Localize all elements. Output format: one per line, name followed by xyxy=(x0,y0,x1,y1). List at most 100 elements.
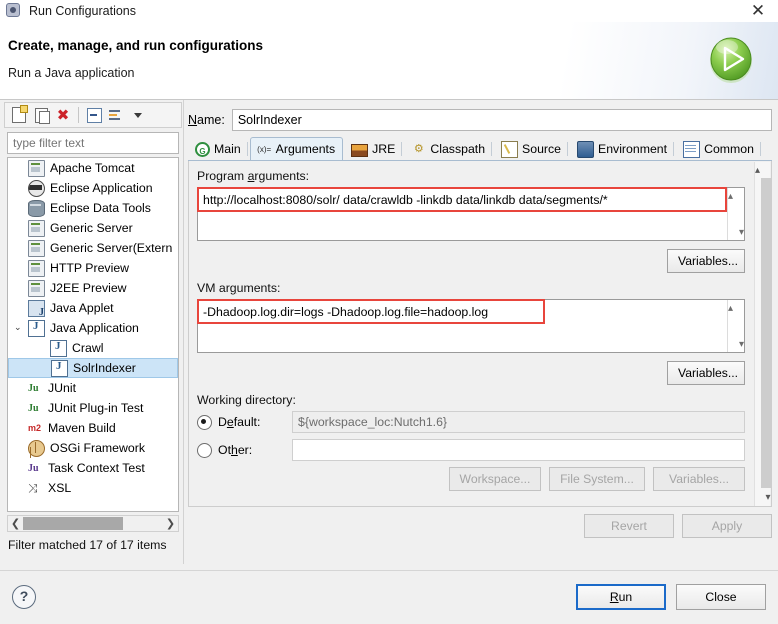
tab-label: Common xyxy=(704,142,754,156)
run-play-icon xyxy=(710,37,752,83)
tab-arguments[interactable]: (x)= Arguments xyxy=(249,137,344,160)
launch-configurations-panel: ✖ Apache Tomcat Eclipse Application Eclips… xyxy=(4,102,182,566)
program-arguments-scrollbar[interactable]: ▴ ▾ xyxy=(727,188,744,240)
tree-item-http-preview[interactable]: HTTP Preview xyxy=(8,258,178,278)
vm-arguments-textarea[interactable]: -Dhadoop.log.dir=logs -Dhadoop.log.file=… xyxy=(197,299,745,353)
tree-item-label: Generic Server(Extern xyxy=(50,240,173,255)
filter-input[interactable] xyxy=(7,132,179,154)
tree-item-label: Java Applet xyxy=(50,300,114,315)
tree-item-label: Task Context Test xyxy=(48,460,145,475)
window-title: Run Configurations xyxy=(29,4,137,18)
working-directory-label: Working directory: xyxy=(197,393,296,407)
scroll-right-icon[interactable]: ❯ xyxy=(163,516,178,531)
tab-label: JRE xyxy=(372,142,396,156)
working-directory-other-input[interactable] xyxy=(292,439,745,461)
tree-item-crawl[interactable]: Crawl xyxy=(8,338,178,358)
delete-launch-configuration-button[interactable]: ✖ xyxy=(53,105,73,125)
tab-main[interactable]: G Main xyxy=(188,137,249,160)
view-menu-button[interactable] xyxy=(128,105,148,125)
scrollbar-thumb[interactable] xyxy=(761,178,771,488)
java-applet-icon xyxy=(28,299,45,318)
tab-jre[interactable]: JRE xyxy=(344,137,403,160)
scroll-left-icon[interactable]: ❮ xyxy=(8,516,23,531)
workspace-button[interactable]: Workspace... xyxy=(449,467,541,491)
scroll-down-icon[interactable]: ▾ xyxy=(760,490,771,506)
vm-arguments-group: VM arguments: -Dhadoop.log.dir=logs -Dha… xyxy=(197,281,745,385)
revert-button[interactable]: Revert xyxy=(584,514,674,538)
apply-button[interactable]: Apply xyxy=(682,514,772,538)
scroll-down-icon[interactable]: ▾ xyxy=(733,225,750,240)
name-row: Name: xyxy=(188,108,772,132)
scroll-up-icon[interactable]: ▴ xyxy=(755,165,760,176)
working-directory-other-radio[interactable] xyxy=(197,442,212,458)
close-button[interactable]: Close xyxy=(676,584,766,610)
scroll-up-icon[interactable]: ▴ xyxy=(728,191,733,202)
tree-item-junit[interactable]: Ju JUnit xyxy=(8,378,178,398)
program-arguments-label: Program arguments: xyxy=(197,169,310,183)
tree-item-task-context-test[interactable]: Ju Task Context Test xyxy=(8,458,178,478)
duplicate-launch-configuration-button[interactable] xyxy=(31,105,51,125)
tree-horizontal-scrollbar[interactable]: ❮ ❯ xyxy=(7,515,179,532)
tree-item-label: Crawl xyxy=(72,340,104,355)
tree-item-junit-plug-in-test[interactable]: Ju JUnit Plug-in Test xyxy=(8,398,178,418)
environment-tab-icon xyxy=(577,140,595,158)
panel-divider xyxy=(183,100,184,564)
tab-common[interactable]: Common xyxy=(676,137,762,160)
launch-configuration-tree[interactable]: Apache Tomcat Eclipse Application Eclipse … xyxy=(7,157,179,512)
close-icon[interactable]: ✕ xyxy=(748,1,768,21)
help-icon[interactable]: ? xyxy=(12,585,36,609)
tree-item-solrindexer[interactable]: SolrIndexer xyxy=(8,358,178,378)
configuration-name-input[interactable] xyxy=(231,109,772,131)
tab-classpath[interactable]: ⚙ Classpath xyxy=(404,137,493,160)
tree-item-eclipse-data-tools[interactable]: Eclipse Data Tools xyxy=(8,198,178,218)
xsl-icon: ⤨ xyxy=(28,480,38,495)
program-arguments-textarea[interactable]: http://localhost:8080/solr/ data/crawldb… xyxy=(197,187,745,241)
source-tab-icon xyxy=(501,140,519,158)
tree-item-label: Apache Tomcat xyxy=(50,160,135,175)
new-launch-configuration-button[interactable] xyxy=(9,105,29,125)
task-context-icon: Ju xyxy=(28,462,39,474)
run-button[interactable]: Run xyxy=(576,584,666,610)
vm-arguments-variables-button[interactable]: Variables... xyxy=(667,361,745,385)
tree-item-java-application[interactable]: ⌄ Java Application xyxy=(8,318,178,338)
tab-source[interactable]: Source xyxy=(494,137,569,160)
tree-item-generic-server[interactable]: Generic Server xyxy=(8,218,178,238)
tree-item-label: Eclipse Data Tools xyxy=(50,200,151,215)
tree-toolbar: ✖ xyxy=(4,102,182,128)
working-directory-buttons: Workspace... File System... Variables... xyxy=(197,467,745,491)
tree-item-generic-server-extern[interactable]: Generic Server(Extern xyxy=(8,238,178,258)
run-configurations-icon xyxy=(6,3,22,19)
filter-launch-configurations-button[interactable] xyxy=(106,105,126,125)
dialog-body: ✖ Apache Tomcat Eclipse Application Eclips… xyxy=(0,100,778,570)
working-directory-default-input[interactable] xyxy=(292,411,745,433)
chevron-down-icon[interactable]: ⌄ xyxy=(14,323,24,333)
working-directory-default-radio[interactable] xyxy=(197,414,212,430)
tree-item-eclipse-application[interactable]: Eclipse Application xyxy=(8,178,178,198)
configuration-panel: Name: G Main (x)=Arguments JRE ⚙ Classpath Sou… xyxy=(188,102,772,566)
vm-arguments-scrollbar[interactable]: ▴ ▾ xyxy=(727,300,744,352)
filter-status-text: Filter matched 17 of 17 items xyxy=(8,538,167,552)
server-icon xyxy=(28,219,45,237)
file-system-button[interactable]: File System... xyxy=(549,467,645,491)
java-application-icon xyxy=(51,359,68,377)
tree-item-maven-build[interactable]: m2 Maven Build xyxy=(8,418,178,438)
tree-item-label: JUnit Plug-in Test xyxy=(48,400,144,415)
tree-item-apache-tomcat[interactable]: Apache Tomcat xyxy=(8,158,178,178)
tree-item-xsl[interactable]: ⤨ XSL xyxy=(8,478,178,498)
footer-buttons: Run Close xyxy=(576,584,766,610)
classpath-tab-icon: ⚙ xyxy=(413,142,424,155)
tree-item-j2ee-preview[interactable]: J2EE Preview xyxy=(8,278,178,298)
scroll-down-icon[interactable]: ▾ xyxy=(733,337,750,352)
working-directory-variables-button[interactable]: Variables... xyxy=(653,467,745,491)
program-arguments-variables-button[interactable]: Variables... xyxy=(667,249,745,273)
java-application-icon xyxy=(50,339,67,357)
tab-environment[interactable]: Environment xyxy=(570,137,675,160)
tree-item-osgi-framework[interactable]: OSGi Framework xyxy=(8,438,178,458)
java-application-icon xyxy=(28,319,45,337)
scrollbar-thumb[interactable] xyxy=(23,517,123,530)
vm-arguments-label: VM arguments: xyxy=(197,281,281,295)
scroll-up-icon[interactable]: ▴ xyxy=(728,303,733,314)
collapse-all-button[interactable] xyxy=(84,105,104,125)
tab-panel-scrollbar[interactable]: ▴ ▾ xyxy=(754,162,771,506)
tree-item-java-applet[interactable]: Java Applet xyxy=(8,298,178,318)
